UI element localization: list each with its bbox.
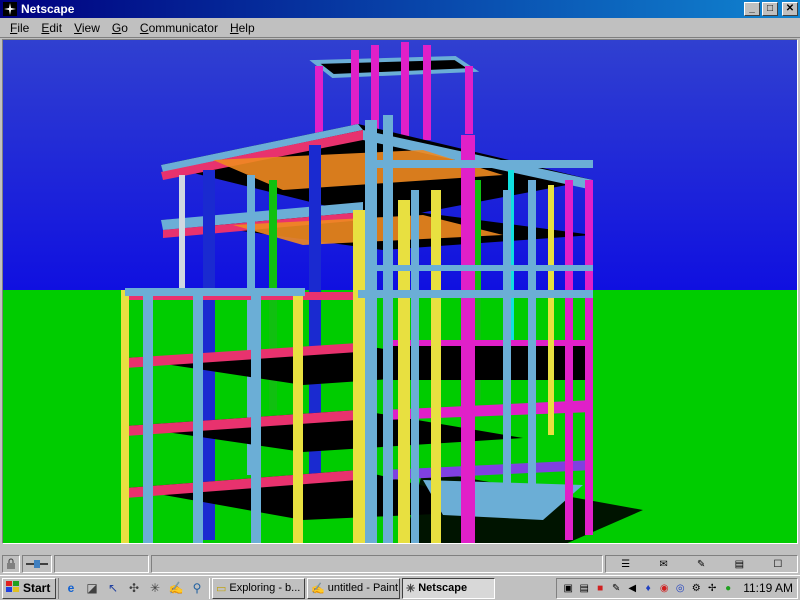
system-tray: ▣ ▤ ■ ✎ ◀ ♦ ◉ ◎ ⚙ ✢ ● 11:19 AM — [556, 577, 798, 599]
building-frame-render — [3, 40, 797, 543]
volume-icon[interactable]: ◀ — [625, 581, 639, 595]
menu-bar: File Edit View Go Communicator Help — [0, 18, 800, 38]
tray-app-icon[interactable]: ▣ — [561, 581, 575, 595]
tray-pen-icon[interactable]: ✎ — [609, 581, 623, 595]
minimize-button[interactable]: _ — [744, 2, 760, 16]
close-button[interactable]: ✕ — [782, 2, 798, 16]
composer-icon[interactable]: ▤ — [735, 559, 744, 570]
status-bar: ☰ ✉ ✎ ▤ ☐ — [0, 553, 800, 575]
quick-launch: e ◪ ↖ ✣ ✳ ✍ ⚲ — [58, 577, 210, 599]
mail-icon[interactable]: ✉ — [659, 559, 667, 570]
vrml-viewport[interactable] — [2, 39, 798, 544]
windows-logo-icon — [6, 580, 20, 596]
menu-edit[interactable]: Edit — [35, 21, 68, 35]
menu-go[interactable]: Go — [106, 21, 134, 35]
progress-bar — [53, 555, 149, 573]
discussion-icon[interactable]: ✎ — [697, 559, 705, 570]
paint-icon[interactable]: ✍ — [167, 579, 185, 597]
tray-network-icon[interactable]: ⚙ — [689, 581, 703, 595]
folder-icon: ▭ — [216, 582, 227, 595]
tray-shield-icon[interactable]: ♦ — [641, 581, 655, 595]
arrow-icon[interactable]: ↖ — [104, 579, 122, 597]
menu-file[interactable]: File — [4, 21, 35, 35]
task-netscape[interactable]: ✳ Netscape — [402, 577, 495, 599]
status-text — [150, 555, 604, 573]
ie-icon[interactable]: e — [62, 579, 80, 597]
maximize-button[interactable]: □ — [762, 2, 778, 16]
start-button[interactable]: Start — [2, 577, 56, 599]
window-title: Netscape — [21, 2, 75, 16]
window-controls: _ □ ✕ — [744, 2, 798, 16]
start-label: Start — [23, 581, 51, 595]
tool2-icon[interactable]: ⚲ — [188, 579, 206, 597]
tray-traffic-icon[interactable]: ● — [721, 581, 735, 595]
menu-communicator[interactable]: Communicator — [134, 21, 224, 35]
component-bar: ☰ ✉ ✎ ▤ ☐ — [605, 555, 798, 573]
menu-help[interactable]: Help — [224, 21, 261, 35]
outlook-icon[interactable]: ◪ — [83, 579, 101, 597]
connection-icon — [21, 555, 52, 573]
taskbar: Start e ◪ ↖ ✣ ✳ ✍ ⚲ ▭ Exploring - b... ✍… — [0, 575, 800, 600]
task-exploring[interactable]: ▭ Exploring - b... — [212, 577, 305, 599]
address-book-icon[interactable]: ☐ — [773, 559, 782, 570]
title-bar: Netscape _ □ ✕ — [0, 0, 800, 18]
netscape-icon[interactable]: ✳ — [146, 579, 164, 597]
tray-tool-icon[interactable]: ✢ — [705, 581, 719, 595]
security-lock-icon[interactable] — [2, 555, 20, 573]
navigator-icon[interactable]: ☰ — [621, 559, 630, 570]
task-paint[interactable]: ✍ untitled - Paint — [307, 577, 400, 599]
paint-icon: ✍ — [311, 582, 325, 595]
clock[interactable]: 11:19 AM — [743, 581, 793, 595]
tray-red-icon[interactable]: ■ — [593, 581, 607, 595]
menu-view[interactable]: View — [68, 21, 106, 35]
tray-antivirus-icon[interactable]: ◉ — [657, 581, 671, 595]
tray-doc-icon[interactable]: ▤ — [577, 581, 591, 595]
netscape-icon: ✳ — [406, 582, 416, 595]
tray-eye-icon[interactable]: ◎ — [673, 581, 687, 595]
tool-icon[interactable]: ✣ — [125, 579, 143, 597]
netscape-logo-icon — [2, 1, 18, 17]
